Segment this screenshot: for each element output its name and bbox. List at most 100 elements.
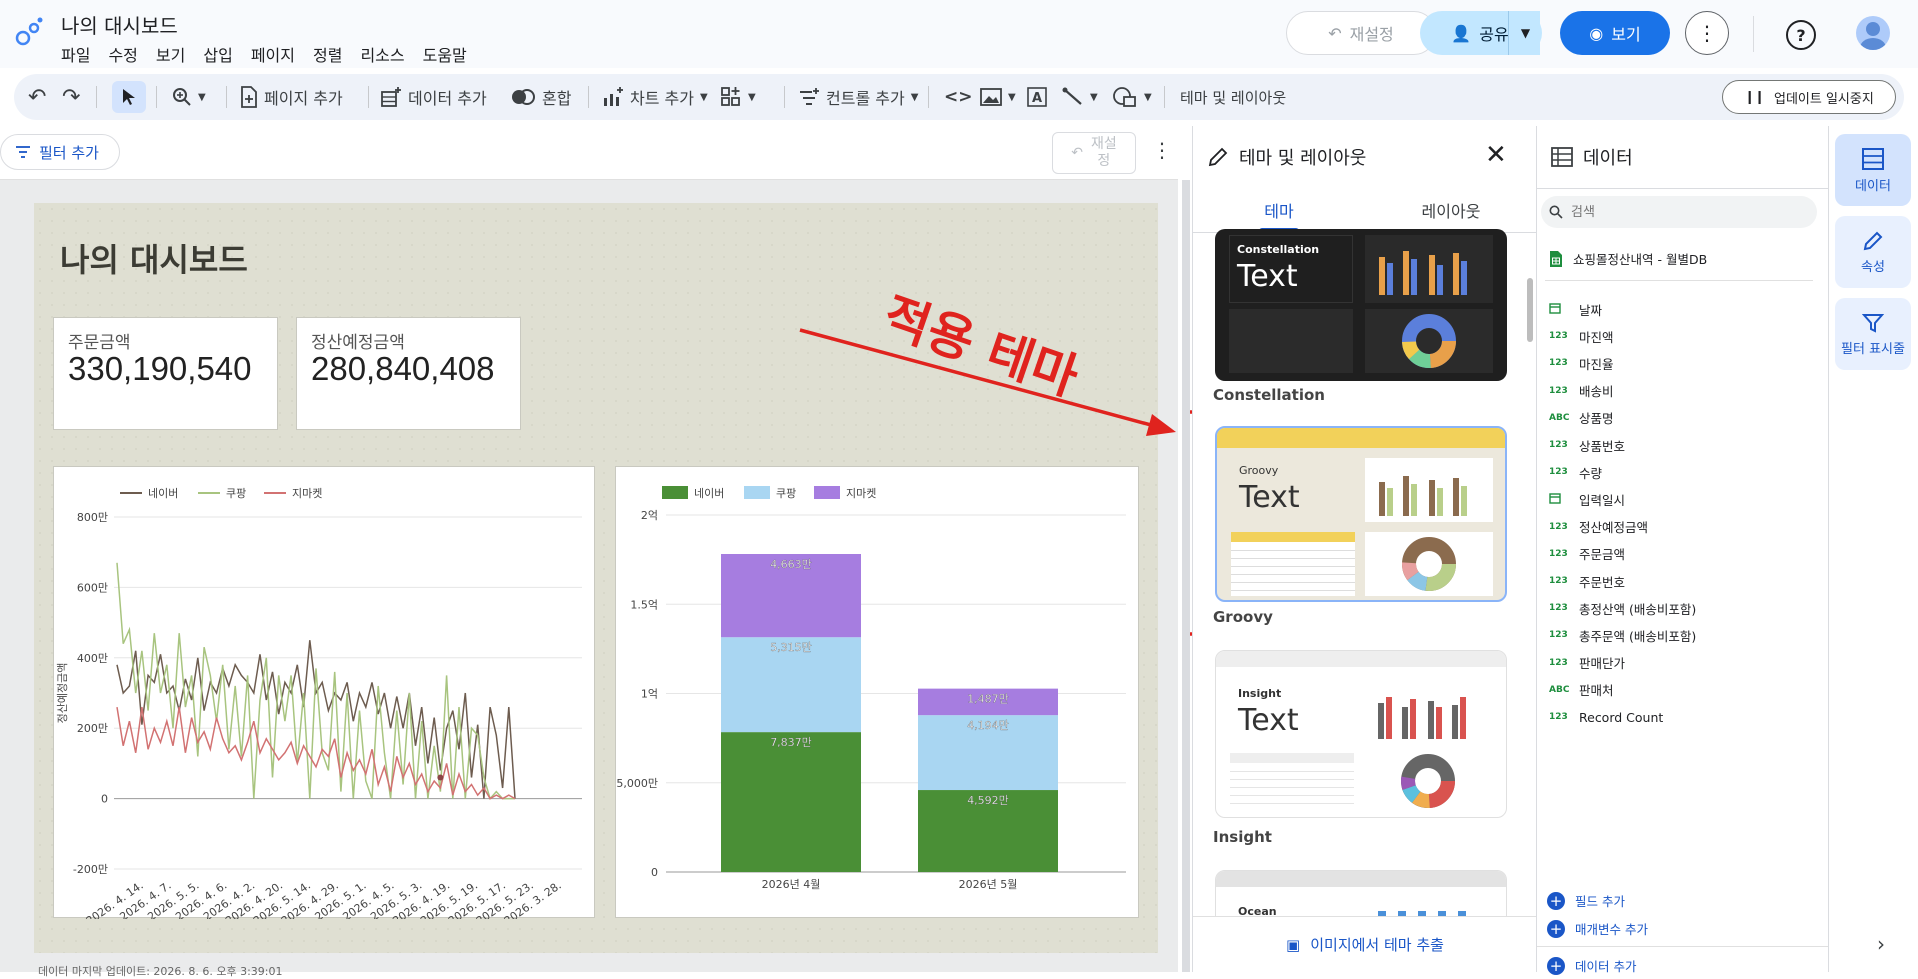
field-item[interactable]: 123 총주문액 (배송비포함) xyxy=(1549,624,1696,646)
number-type-icon: 123 xyxy=(1549,331,1568,342)
field-item[interactable]: ABC 판매처 xyxy=(1549,679,1614,701)
add-page-button[interactable]: 페이지 추가 xyxy=(240,74,343,120)
menu-item-resource[interactable]: 리소스 xyxy=(360,42,404,66)
undo-button[interactable]: ↶ xyxy=(28,74,46,120)
menu-item-insert[interactable]: 삽입 xyxy=(203,42,232,66)
y-axis-label: 정산예정금액 xyxy=(56,663,69,724)
data-source-item[interactable]: 쇼핑몰정산내역 - 월별DB xyxy=(1549,249,1707,268)
rail-properties-button[interactable]: 속성 xyxy=(1835,216,1911,288)
theme-thumb-groovy[interactable]: Groovy Text xyxy=(1215,426,1507,602)
field-name: Record Count xyxy=(1579,709,1664,725)
field-item[interactable]: 123 마진액 xyxy=(1549,325,1614,347)
close-panel-button[interactable]: ✕ xyxy=(1485,140,1507,170)
donut-sample-icon xyxy=(1402,537,1456,591)
field-search-box[interactable] xyxy=(1541,196,1817,228)
redo-button[interactable]: ↷ xyxy=(62,74,80,120)
field-item[interactable]: 123 배송비 xyxy=(1549,380,1614,402)
y-tick-label: 2억 xyxy=(641,509,658,522)
insert-image-button[interactable]: ▼ xyxy=(980,74,1016,120)
more-vert-icon[interactable]: ⋮ xyxy=(1152,138,1172,162)
add-component-icon xyxy=(721,87,740,106)
canvas-scrollbar[interactable] xyxy=(1182,180,1190,972)
rail-filter-bar-button[interactable]: 필터 표시줄 xyxy=(1835,298,1911,370)
field-item[interactable]: 123 판매단가 xyxy=(1549,652,1625,674)
add-chart-button[interactable]: 차트 추가 ▼ xyxy=(602,74,708,120)
report-title[interactable]: 나의 대시보드 xyxy=(60,235,248,281)
add-field-button[interactable]: + 필드 추가 xyxy=(1547,891,1625,910)
add-filter-label: 필터 추가 xyxy=(39,143,99,162)
field-item[interactable]: 123 상품번호 xyxy=(1549,434,1625,456)
line-chart-card[interactable]: 네이버 쿠팡 지마켓 800만 600만 400만 200만 0 -200만 정산예정금액 2026… xyxy=(53,466,595,928)
field-item[interactable]: 123 마진율 xyxy=(1549,352,1614,374)
menu-item-file[interactable]: 파일 xyxy=(61,42,90,66)
add-component-button[interactable]: ▼ xyxy=(720,74,756,120)
scorecard-settlement-amount[interactable]: 정산예정금액 280,840,408 xyxy=(296,317,521,430)
add-parameter-button[interactable]: + 매개변수 추가 xyxy=(1547,919,1648,938)
menu-item-edit[interactable]: 수정 xyxy=(108,42,137,66)
insert-shape-button[interactable]: ▼ xyxy=(1112,74,1152,120)
pause-updates-button[interactable]: ❙❙ 업데이트 일시중지 xyxy=(1722,80,1896,114)
field-item[interactable]: 123 정산예정금액 xyxy=(1549,516,1648,538)
theme-panel-scrollbar[interactable] xyxy=(1527,278,1533,342)
caret-down-icon: ▼ xyxy=(748,91,756,103)
theme-thumb-insight[interactable]: Insight Text xyxy=(1215,650,1507,818)
bars-sample-icon xyxy=(1379,476,1467,516)
tab-theme[interactable]: 테마 xyxy=(1193,188,1365,232)
select-tool-button[interactable] xyxy=(112,81,146,113)
extract-theme-from-image-button[interactable]: ▣ 이미지에서 테마 추출 xyxy=(1193,916,1537,972)
text-type-icon: ABC xyxy=(1549,684,1570,695)
menu-item-view[interactable]: 보기 xyxy=(156,42,185,66)
blend-button[interactable]: 혼합 xyxy=(510,74,571,120)
image-icon: ▣ xyxy=(1286,935,1301,954)
field-item[interactable]: 123 주문번호 xyxy=(1549,570,1625,592)
field-name: 판매처 xyxy=(1579,683,1614,699)
insert-line-button[interactable]: ▼ xyxy=(1062,74,1098,120)
tab-layout[interactable]: 레이아웃 xyxy=(1365,188,1537,232)
field-item[interactable]: 123 수량 xyxy=(1549,461,1602,483)
avatar[interactable] xyxy=(1856,16,1890,50)
filter-reset-button[interactable]: ↶ 재설 정 xyxy=(1052,132,1136,174)
rail-data-button[interactable]: 데이터 xyxy=(1835,134,1911,206)
theme-sample-text: Text xyxy=(1239,480,1300,515)
reset-button[interactable]: ↶ 재설정 xyxy=(1286,11,1436,55)
menu-item-arrange[interactable]: 정렬 xyxy=(313,42,342,66)
collapse-chevron-icon[interactable]: › xyxy=(1877,932,1885,956)
add-filter-button[interactable]: 필터 추가 xyxy=(0,134,120,170)
help-icon[interactable]: ? xyxy=(1786,20,1816,50)
report-name[interactable]: 나의 대시보드 xyxy=(61,10,178,39)
theme-sample-name: Groovy xyxy=(1239,464,1279,477)
looker-studio-logo-icon[interactable] xyxy=(14,16,46,48)
calendar-icon xyxy=(1549,492,1579,507)
legend-label: 쿠팡 xyxy=(226,487,246,500)
caret-down-icon: ▼ xyxy=(1520,26,1531,40)
field-item[interactable]: 123 주문금액 xyxy=(1549,543,1625,565)
y-tick-label: 1.5억 xyxy=(630,598,658,611)
field-item[interactable]: 날짜 xyxy=(1549,298,1602,320)
add-control-button[interactable]: 컨트롤 추가 ▼ xyxy=(798,74,918,120)
more-options-button[interactable]: ⋮ xyxy=(1685,11,1729,55)
insert-text-button[interactable]: A xyxy=(1026,74,1048,120)
field-item[interactable]: 123 총정산액 (배송비포함) xyxy=(1549,597,1696,619)
add-data-button[interactable]: 데이터 추가 xyxy=(380,74,487,120)
embed-code-button[interactable]: <> xyxy=(944,74,973,120)
filter-bar: 필터 추가 ↶ 재설 정 ⋮ xyxy=(0,126,1178,180)
add-data-label: 데이터 추가 xyxy=(408,89,487,108)
zoom-button[interactable]: ▼ xyxy=(172,74,206,120)
caret-down-icon: ▼ xyxy=(198,91,206,103)
field-search-input[interactable] xyxy=(1571,204,1791,220)
legend-swatch xyxy=(662,486,688,499)
caret-down-icon: ▼ xyxy=(910,91,919,103)
field-item[interactable]: 123 Record Count xyxy=(1549,706,1663,728)
theme-thumb-constellation[interactable]: Constellation Text xyxy=(1215,229,1507,381)
shapes-icon xyxy=(1113,87,1136,107)
blend-label: 혼합 xyxy=(542,89,572,108)
stacked-bar-chart-card[interactable]: 네이버 쿠팡 지마켓 2억 1.5억 1억 5,000만 0 7,837만 5,315만 4,663… xyxy=(615,466,1139,918)
theme-layout-button[interactable]: 테마 및 레이아웃 xyxy=(1180,74,1286,120)
field-item[interactable]: ABC 상품명 xyxy=(1549,407,1614,429)
add-data-source-button[interactable]: + 데이터 추가 xyxy=(1547,956,1636,975)
menu-item-help[interactable]: 도움말 xyxy=(423,42,467,66)
view-button[interactable]: ◉ 보기 xyxy=(1560,11,1670,55)
menu-item-page[interactable]: 페이지 xyxy=(251,42,295,66)
scorecard-order-amount[interactable]: 주문금액 330,190,540 xyxy=(53,317,278,430)
field-item[interactable]: 입력일시 xyxy=(1549,488,1625,510)
